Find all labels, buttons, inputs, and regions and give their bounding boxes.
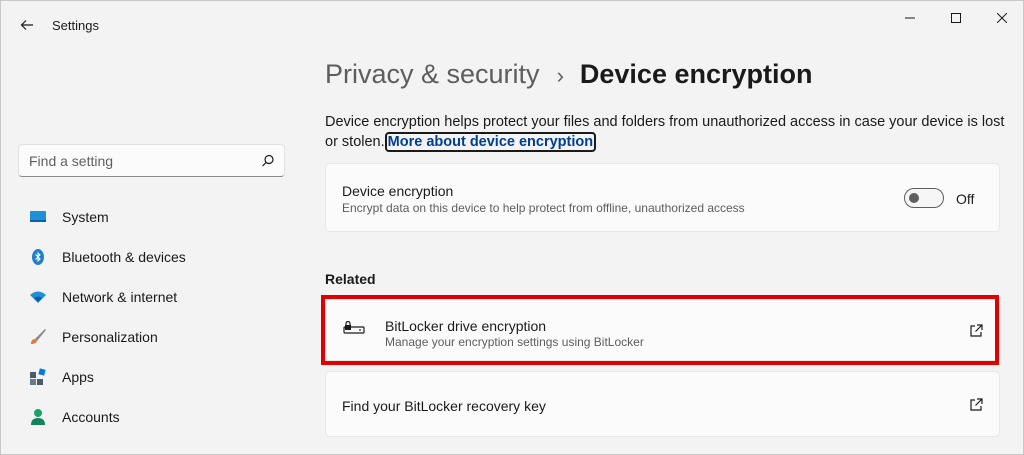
toggle-state-label: Off	[956, 191, 975, 207]
search-icon[interactable]	[259, 152, 277, 170]
wifi-icon	[29, 288, 47, 306]
minimize-icon	[905, 10, 915, 28]
open-external-icon	[968, 397, 984, 413]
card-subtitle: Encrypt data on this device to help prot…	[342, 201, 745, 215]
settings-window: Settings System Bluetooth & devices	[0, 0, 1024, 455]
app-title: Settings	[52, 18, 99, 33]
back-arrow-icon	[20, 18, 34, 36]
sidebar-item-bluetooth-devices[interactable]: Bluetooth & devices	[18, 239, 285, 275]
sidebar-item-label: Accounts	[62, 409, 120, 425]
sidebar-item-label: System	[62, 209, 109, 225]
search-input[interactable]	[19, 145, 249, 176]
highlight-annotation	[321, 295, 999, 365]
brush-icon	[29, 328, 47, 346]
more-about-device-encryption-link[interactable]: More about device encryption	[384, 132, 597, 152]
sidebar-item-label: Apps	[62, 369, 94, 385]
sidebar-item-personalization[interactable]: Personalization	[18, 319, 285, 355]
device-encryption-card: Device encryption Encrypt data on this d…	[325, 163, 1000, 232]
maximize-icon	[951, 10, 961, 28]
maximize-button[interactable]	[933, 5, 979, 33]
sidebar-item-system[interactable]: System	[18, 199, 285, 235]
card-title: Device encryption	[342, 183, 454, 199]
breadcrumb-separator: ›	[556, 63, 564, 88]
breadcrumb: Privacy & security › Device encryption	[325, 59, 812, 99]
find-bitlocker-recovery-key-item[interactable]: Find your BitLocker recovery key	[325, 371, 1000, 437]
sidebar-item-label: Bluetooth & devices	[62, 249, 186, 265]
search-box[interactable]	[18, 144, 285, 177]
system-icon	[29, 208, 47, 226]
person-icon	[29, 408, 47, 426]
sidebar-item-label: Personalization	[62, 329, 158, 345]
breadcrumb-parent[interactable]: Privacy & security	[325, 59, 540, 90]
bluetooth-icon	[29, 248, 47, 266]
apps-icon	[29, 368, 47, 386]
close-icon	[996, 10, 1008, 28]
sidebar-item-apps[interactable]: Apps	[18, 359, 285, 395]
title-bar: Settings	[1, 1, 1024, 51]
card-title: Find your BitLocker recovery key	[342, 398, 546, 414]
sidebar-item-label: Network & internet	[62, 289, 178, 305]
related-section-label: Related	[325, 271, 376, 287]
sidebar-item-accounts[interactable]: Accounts	[18, 399, 285, 435]
back-button[interactable]	[15, 15, 39, 39]
device-encryption-toggle[interactable]	[904, 188, 944, 208]
page-title: Device encryption	[579, 59, 813, 89]
sidebar-item-network-internet[interactable]: Network & internet	[18, 279, 285, 315]
minimize-button[interactable]	[887, 5, 933, 33]
toggle-knob	[909, 193, 919, 203]
close-button[interactable]	[979, 5, 1024, 33]
page-description: Device encryption helps protect your fil…	[325, 112, 1005, 152]
